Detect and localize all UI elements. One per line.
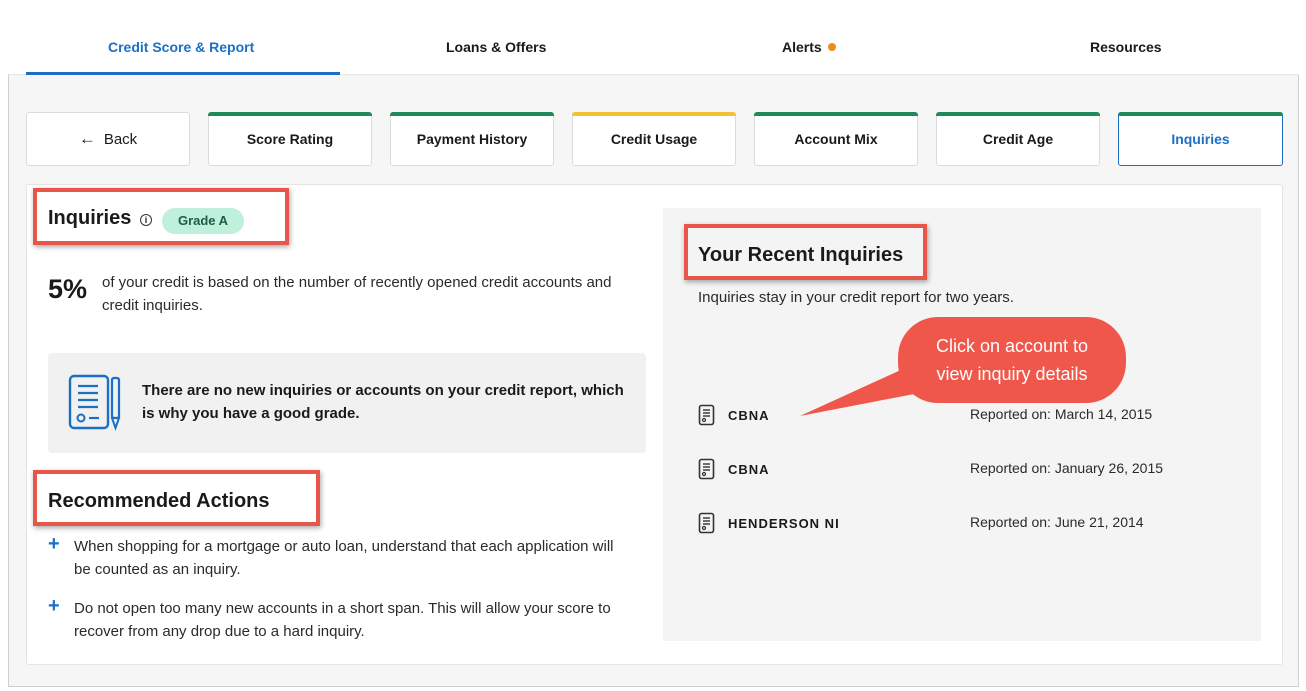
plus-icon: +: [48, 595, 60, 617]
arrow-left-icon: ←: [78, 129, 96, 148]
tab-loans-offers[interactable]: Loans & Offers: [446, 39, 546, 55]
subtab-credit-usage[interactable]: Credit Usage: [572, 112, 736, 166]
top-navigation: Credit Score & Report Loans & Offers Ale…: [8, 5, 1299, 75]
inquiry-reported-date: Reported on: March 14, 2015: [970, 406, 1153, 422]
inquiry-name[interactable]: HENDERSON NI: [728, 516, 840, 531]
annotation-callout: Click on account to view inquiry details: [898, 317, 1126, 403]
subtab-inquiries[interactable]: Inquiries: [1118, 112, 1283, 166]
tab-credit-score-report[interactable]: Credit Score & Report: [108, 39, 254, 55]
inquiry-reported-date: Reported on: January 26, 2015: [970, 460, 1164, 476]
list-item: + Do not open too many new accounts in a…: [48, 595, 628, 643]
inquiry-row[interactable]: HENDERSON NI Reported on: June 21, 2014: [698, 512, 1218, 538]
plus-icon: +: [48, 533, 60, 555]
back-label: Back: [103, 130, 138, 148]
status-bar: [572, 112, 736, 116]
list-item: + When shopping for a mortgage or auto l…: [48, 533, 628, 581]
subtab-label: Score Rating: [246, 131, 334, 147]
subtab-label: Payment History: [416, 131, 528, 147]
callout-line-2: view inquiry details: [936, 364, 1088, 384]
subtab-label: Inquiries: [1171, 131, 1230, 147]
tab-alerts-label: Alerts: [782, 39, 822, 55]
back-button[interactable]: ← Back: [26, 112, 190, 166]
percent-value: 5%: [48, 274, 88, 304]
tab-alerts[interactable]: Alerts: [782, 39, 836, 55]
subtab-account-mix[interactable]: Account Mix: [754, 112, 918, 166]
active-tab-underline: [26, 72, 340, 75]
subtab-credit-age[interactable]: Credit Age: [936, 112, 1100, 166]
recent-inquiries-subtitle: Inquiries stay in your credit report for…: [698, 289, 1014, 306]
note-text: There are no new inquiries or accounts o…: [142, 382, 624, 422]
subtab-score-rating[interactable]: Score Rating: [208, 112, 372, 166]
recommended-actions-title: Recommended Actions: [48, 490, 270, 512]
subtab-label: Account Mix: [794, 131, 878, 147]
document-icon: [698, 512, 716, 539]
status-bar: [208, 112, 372, 116]
alert-dot-icon: [827, 43, 836, 51]
page-title: Inquiries: [48, 207, 132, 229]
tab-resources[interactable]: Resources: [1090, 39, 1162, 55]
recent-inquiries-title: Your Recent Inquiries: [698, 244, 904, 266]
action-text: When shopping for a mortgage or auto loa…: [74, 538, 614, 578]
info-icon[interactable]: i: [140, 214, 152, 226]
inquiry-name[interactable]: CBNA: [728, 462, 770, 477]
inquiry-row[interactable]: CBNA Reported on: January 26, 2015: [698, 458, 1218, 484]
status-bar: [1118, 112, 1283, 116]
document-pen-icon: [68, 374, 126, 439]
action-text: Do not open too many new accounts in a s…: [74, 600, 611, 640]
document-icon: [698, 458, 716, 485]
callout-line-1: Click on account to: [935, 336, 1089, 356]
subtab-payment-history[interactable]: Payment History: [390, 112, 554, 166]
percent-description: of your credit is based on the number of…: [102, 274, 612, 314]
inquiry-name[interactable]: CBNA: [728, 408, 770, 423]
status-bar: [390, 112, 554, 116]
inquiry-reported-date: Reported on: June 21, 2014: [970, 514, 1144, 530]
status-bar: [754, 112, 918, 116]
subtab-label: Credit Age: [982, 131, 1054, 147]
document-icon: [698, 404, 716, 431]
inquiry-row[interactable]: CBNA Reported on: March 14, 2015: [698, 404, 1218, 430]
grade-badge: Grade A: [162, 208, 244, 234]
status-bar: [936, 112, 1100, 116]
subtab-label: Credit Usage: [610, 131, 698, 147]
